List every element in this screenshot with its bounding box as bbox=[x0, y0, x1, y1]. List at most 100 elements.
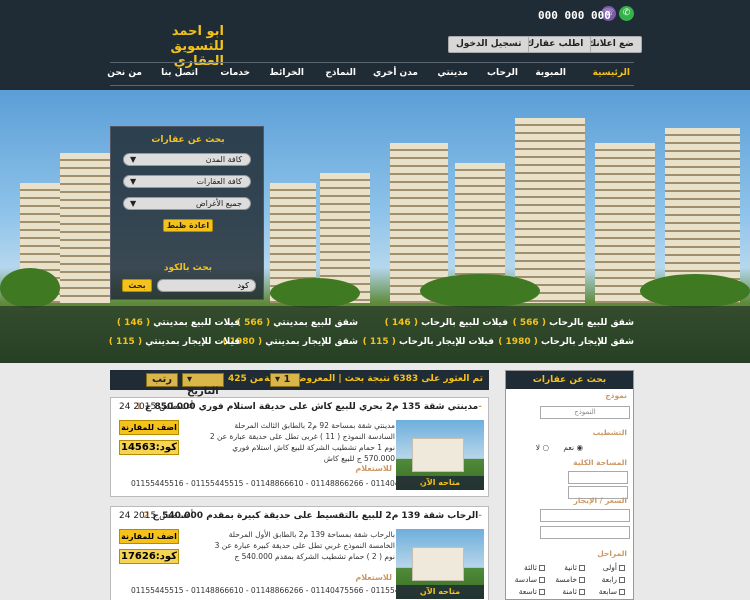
tree-image bbox=[0, 268, 60, 308]
category-label: شقق للإيجار بالرحاب bbox=[541, 337, 634, 347]
contact-phones: 01155445515 - 01148866610 - 01148866266 … bbox=[131, 586, 424, 595]
category-strip bbox=[0, 306, 750, 363]
category-label: فيلات للإيجار بالرحاب bbox=[399, 337, 494, 347]
stage-label: تاسعة bbox=[518, 587, 537, 596]
stage-label: ثانية bbox=[564, 563, 577, 572]
stage-label: خامسة bbox=[555, 575, 577, 584]
main-nav: الرئيسية المبوبة الرحاب مدينتي مدن أخري … bbox=[107, 62, 634, 86]
stage-checkbox[interactable]: ثامنة bbox=[562, 587, 585, 596]
city-select[interactable]: ▼ كافة المدن bbox=[123, 153, 251, 166]
code-search-button[interactable]: بحث bbox=[122, 279, 152, 292]
stage-label: سابعة bbox=[598, 587, 617, 596]
sort-field-select[interactable]: ▾ التاريخ bbox=[182, 373, 224, 397]
nav-other-cities[interactable]: مدن أخري bbox=[373, 68, 418, 78]
chevron-down-icon: ▼ bbox=[130, 155, 137, 164]
stage-checkbox[interactable]: أولى bbox=[603, 563, 625, 572]
category-count: ( 146 ) bbox=[116, 318, 151, 328]
stage-label: رابعة bbox=[601, 575, 617, 584]
stage-checkbox[interactable]: خامسة bbox=[555, 575, 585, 584]
model-input[interactable]: النموذج bbox=[540, 406, 630, 419]
property-type-select[interactable]: ▼ كافة العقارات bbox=[123, 175, 251, 188]
city-select-value: كافة المدن bbox=[205, 155, 242, 164]
category-label: فيلات للبيع بمدينتي bbox=[153, 318, 240, 328]
results-bar: تم العثور على 6383 نتيجة بحث | المعروض ص… bbox=[110, 370, 489, 397]
listing-date: 24 أغسطس 2015 bbox=[119, 402, 194, 412]
price-label: السعر / الإيجار bbox=[573, 496, 627, 505]
reset-button[interactable]: اعادة ظبط bbox=[163, 219, 213, 232]
page-select[interactable]: ▾ 1 bbox=[270, 373, 300, 387]
area-from-input[interactable] bbox=[568, 471, 628, 484]
property-type-value: كافة العقارات bbox=[196, 177, 242, 186]
nav-classifieds[interactable]: المبوبة bbox=[535, 68, 566, 78]
category-count: ( 566 ) bbox=[236, 318, 271, 328]
category-label: شقق للإيجار بمدينتي bbox=[265, 337, 358, 347]
nav-rehab[interactable]: الرحاب bbox=[487, 68, 518, 78]
top-header: ✆ ☏ 000 000 000 ابو احمد للتسويق العقاري… bbox=[0, 0, 750, 90]
house-image bbox=[412, 547, 464, 581]
listing-title-text: مدينتي شقة 135 م2 بحري للبيع كاش على حدي… bbox=[144, 402, 479, 412]
contact-label: للاستعلام bbox=[355, 573, 392, 582]
category-link[interactable]: فيلات للبيع بمدينتي ( 146 ) bbox=[117, 318, 240, 328]
nav-services[interactable]: خدمات bbox=[220, 68, 250, 78]
listing-date: 24 أغسطس 2015 bbox=[119, 511, 194, 521]
finish-yes-label: نعم bbox=[563, 443, 575, 452]
chevron-down-icon: ▾ bbox=[275, 374, 281, 385]
stage-checkbox[interactable]: رابعة bbox=[602, 575, 625, 584]
nav-about[interactable]: من نحن bbox=[107, 68, 142, 78]
sort-button[interactable]: رتب bbox=[146, 373, 178, 387]
add-to-compare-button[interactable]: اضف للمقارنة bbox=[119, 420, 179, 435]
category-count: ( 566 ) bbox=[512, 318, 546, 328]
purpose-select[interactable]: ▼ جميع الأغراض bbox=[123, 197, 251, 210]
category-label: شقق للبيع بالرحاب bbox=[549, 318, 634, 328]
building-image bbox=[515, 118, 585, 303]
total-pages: من 425 bbox=[228, 374, 264, 384]
stage-checkbox[interactable]: ثالثة bbox=[524, 563, 545, 572]
category-label: شقق للبيع بمدينتي bbox=[273, 318, 358, 328]
price-from-input[interactable] bbox=[540, 509, 630, 522]
listing-card: الرحاب شقة 139 م2 للبيع بالتقسيط على حدي… bbox=[110, 506, 489, 600]
finish-label: التشطيب bbox=[592, 428, 627, 437]
category-link[interactable]: فيلات للإيجار بالرحاب ( 115 ) bbox=[363, 337, 494, 347]
building-image bbox=[60, 153, 110, 303]
category-link[interactable]: فيلات للبيع بالرحاب ( 146 ) bbox=[385, 318, 508, 328]
category-link[interactable]: شقق للإيجار بمدينتي ( 1980 ) bbox=[223, 337, 359, 347]
stage-checkbox[interactable]: سابعة bbox=[599, 587, 625, 596]
model-label: نموذج bbox=[605, 391, 627, 400]
nav-home[interactable]: الرئيسية bbox=[593, 68, 630, 78]
stage-checkbox[interactable]: تاسعة bbox=[519, 587, 545, 596]
building-image bbox=[595, 143, 655, 303]
stage-label: ثامنة bbox=[562, 587, 577, 596]
nav-contact[interactable]: اتصل بنا bbox=[161, 68, 198, 78]
nav-maps[interactable]: الخرائط bbox=[269, 68, 304, 78]
whatsapp-icon[interactable]: ✆ bbox=[619, 6, 634, 21]
header-phone: 000 000 000 bbox=[538, 9, 611, 22]
listing-title[interactable]: الرحاب شقة 139 م2 للبيع بالتقسيط على حدي… bbox=[143, 511, 482, 521]
page-select-value: 1 bbox=[283, 374, 291, 385]
category-count: ( 146 ) bbox=[384, 318, 418, 328]
category-count: ( 115 ) bbox=[108, 337, 143, 347]
listing-description: بالرحاب شقة بمساحة 139 م2 بالطابق الأول … bbox=[214, 530, 395, 561]
category-link[interactable]: شقق للبيع بالرحاب ( 566 ) bbox=[513, 318, 634, 328]
code-search-input[interactable]: كود bbox=[157, 279, 256, 292]
nav-madinaty[interactable]: مدينتي bbox=[437, 68, 468, 78]
listing-code: كود:17626 bbox=[119, 549, 179, 564]
stage-checkbox[interactable]: سادسة bbox=[515, 575, 545, 584]
price-to-input[interactable] bbox=[540, 526, 630, 539]
chevron-down-icon: ▾ bbox=[187, 374, 193, 385]
category-link[interactable]: شقق للإيجار بالرحاب ( 1980 ) bbox=[498, 337, 634, 347]
listing-code: كود:14563 bbox=[119, 440, 179, 455]
finish-no-radio[interactable]: لا ○ bbox=[536, 443, 549, 452]
tree-image bbox=[420, 274, 540, 308]
chevron-down-icon: ▼ bbox=[130, 199, 137, 208]
add-to-compare-button[interactable]: اضف للمقارنة bbox=[119, 529, 179, 544]
nav-models[interactable]: النماذج bbox=[325, 68, 356, 78]
category-link[interactable]: فيلات للإيجار بمدينتي ( 115 ) bbox=[109, 337, 240, 347]
tree-image bbox=[270, 278, 360, 308]
purpose-value: جميع الأغراض bbox=[195, 199, 242, 208]
login-button[interactable]: تسجيل الدخول bbox=[448, 36, 530, 53]
stage-checkbox[interactable]: ثانية bbox=[564, 563, 585, 572]
tree-image bbox=[640, 274, 750, 308]
category-label: فيلات للبيع بالرحاب bbox=[421, 318, 508, 328]
category-link[interactable]: شقق للبيع بمدينتي ( 566 ) bbox=[237, 318, 358, 328]
finish-yes-radio[interactable]: نعم ◉ bbox=[563, 443, 583, 452]
